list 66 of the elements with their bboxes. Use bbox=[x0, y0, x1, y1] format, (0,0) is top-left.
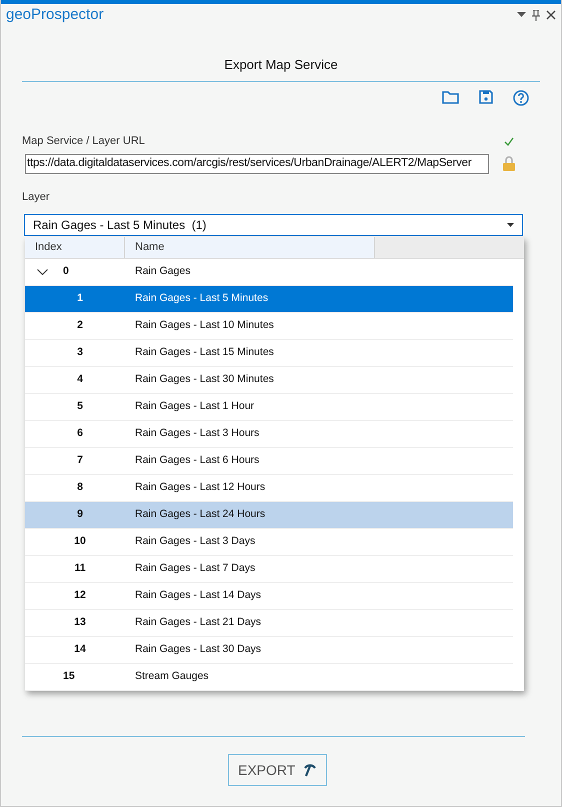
caret-icon bbox=[507, 222, 514, 226]
layer-index: 0 bbox=[63, 264, 69, 279]
layer-row[interactable]: 5 Rain Gages - Last 1 Hour bbox=[25, 394, 513, 420]
layer-row[interactable]: 1 Rain Gages - Last 5 Minutes bbox=[25, 286, 513, 312]
pin-icon[interactable] bbox=[532, 10, 540, 20]
dropdown-arrow-icon[interactable] bbox=[517, 12, 526, 18]
layer-row[interactable]: 7 Rain Gages - Last 6 Hours bbox=[25, 448, 513, 474]
layer-row[interactable]: 4 Rain Gages - Last 30 Minutes bbox=[25, 366, 513, 394]
close-icon[interactable] bbox=[546, 10, 556, 20]
save-icon[interactable] bbox=[479, 90, 493, 104]
layer-name: Rain Gages - Last 1 Hour bbox=[134, 398, 254, 414]
layer-row[interactable]: 2 Rain Gages - Last 10 Minutes bbox=[25, 312, 513, 340]
layer-name: Rain Gages - Last 30 Days bbox=[134, 642, 262, 657]
layer-name: Rain Gages - Last 7 Days bbox=[134, 560, 256, 576]
column-header[interactable]: Index bbox=[25, 236, 125, 258]
layer-index: 14 bbox=[74, 642, 86, 657]
field-label: Layer bbox=[22, 190, 50, 202]
column-header[interactable]: Name bbox=[125, 236, 375, 258]
layer-row[interactable]: 11 Rain Gages - Last 7 Days bbox=[25, 556, 513, 582]
layer-index: 3 bbox=[77, 344, 83, 360]
pickaxe-icon bbox=[303, 763, 318, 777]
layer-name: Rain Gages - Last 12 Hours bbox=[134, 480, 266, 495]
layer-row[interactable]: 6 Rain Gages - Last 3 Hours bbox=[25, 420, 513, 448]
layer-name: Stream Gauges bbox=[134, 668, 209, 684]
layer-name: Rain Gages - Last 3 Days bbox=[134, 534, 256, 549]
layer-name: Rain Gages - Last 21 Days bbox=[134, 614, 262, 630]
layer-row[interactable]: 12 Rain Gages - Last 14 Days bbox=[25, 582, 513, 610]
layer-name: Rain Gages - Last 6 Hours bbox=[134, 452, 260, 468]
layer-index: 11 bbox=[74, 560, 86, 576]
layer-index: 13 bbox=[74, 614, 86, 630]
layer-row[interactable]: 13 Rain Gages - Last 21 Days bbox=[25, 610, 513, 636]
layer-name: Rain Gages - Last 15 Minutes bbox=[134, 344, 274, 360]
layer-row[interactable]: 10 Rain Gages - Last 3 Days bbox=[25, 528, 513, 556]
layer-row[interactable]: 8 Rain Gages - Last 12 Hours bbox=[25, 474, 513, 502]
folder-icon[interactable] bbox=[442, 90, 459, 104]
section-heading: Export Map Service bbox=[224, 57, 338, 72]
layer-index: 5 bbox=[77, 398, 83, 414]
layer-index: 8 bbox=[77, 480, 83, 495]
url-field[interactable]: ttps://data.digitaldataservices.com/arcgis/rest/services/UrbanDrainage/ALERT2/MapServer bbox=[25, 154, 489, 174]
layer-index: 7 bbox=[77, 452, 83, 468]
layer-name: Rain Gages bbox=[134, 264, 190, 279]
layer-name: Rain Gages - Last 14 Days bbox=[134, 588, 262, 603]
layer-row[interactable]: 3 Rain Gages - Last 15 Minutes bbox=[25, 340, 513, 366]
panel-title: geoProspector bbox=[6, 4, 104, 25]
layer-row[interactable]: 0 Rain Gages bbox=[25, 258, 513, 286]
layer-index: 15 bbox=[63, 668, 75, 684]
layer-index: 12 bbox=[74, 588, 86, 603]
layer-index: 2 bbox=[77, 318, 83, 333]
layer-index: 1 bbox=[77, 290, 83, 306]
layer-name: Rain Gages - Last 3 Hours bbox=[134, 426, 260, 441]
field-label: Map Service / Layer URL bbox=[22, 134, 145, 149]
layer-row[interactable]: 14 Rain Gages - Last 30 Days bbox=[25, 636, 513, 664]
chevron-down-icon[interactable] bbox=[37, 268, 48, 274]
help-icon[interactable] bbox=[513, 90, 529, 106]
layer-index: 4 bbox=[77, 372, 83, 387]
layer-name: Rain Gages - Last 10 Minutes bbox=[134, 318, 274, 333]
layer-row[interactable]: 15 Stream Gauges bbox=[25, 664, 513, 690]
layer-name: Rain Gages - Last 24 Hours bbox=[134, 506, 266, 522]
export-button[interactable]: EXPORT bbox=[228, 754, 328, 786]
layer-name: Rain Gages - Last 5 Minutes bbox=[134, 290, 268, 306]
layer-index: 9 bbox=[77, 506, 83, 522]
layer-index: 10 bbox=[74, 534, 86, 549]
layer-dropdown[interactable]: Rain Gages - Last 5 Minutes (1) bbox=[24, 214, 523, 236]
layer-index: 6 bbox=[77, 426, 83, 441]
layer-row[interactable]: 9 Rain Gages - Last 24 Hours bbox=[25, 502, 513, 528]
layer-name: Rain Gages - Last 30 Minutes bbox=[134, 372, 274, 387]
